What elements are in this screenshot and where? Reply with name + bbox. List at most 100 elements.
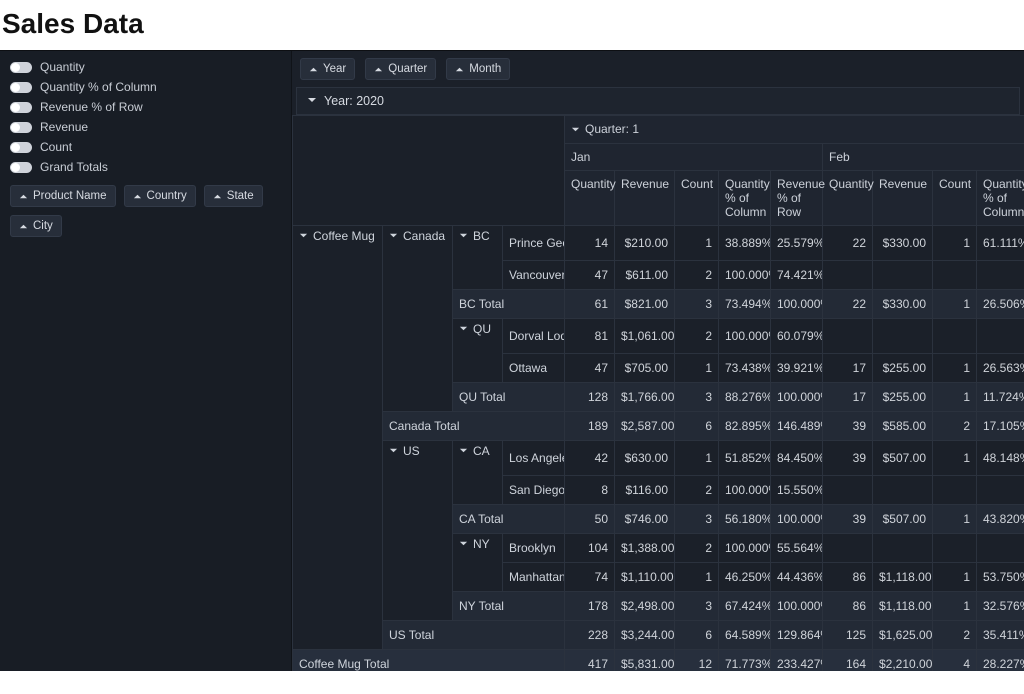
data-cell: 12 (675, 649, 719, 671)
col-field-month[interactable]: Month (446, 58, 510, 80)
data-cell: $1,118.00 (873, 562, 933, 591)
country-cell[interactable]: Canada (383, 225, 453, 411)
measure-toggle-5[interactable]: Grand Totals (10, 159, 281, 175)
toggle-switch-icon[interactable] (10, 62, 32, 73)
data-cell: 6 (675, 411, 719, 440)
data-cell: $1,625.00 (873, 620, 933, 649)
data-cell: $1,766.00 (615, 382, 675, 411)
data-cell: 44.436% (771, 562, 823, 591)
row-field-country[interactable]: Country (124, 185, 196, 207)
state-total-label: CA Total (453, 504, 565, 533)
data-cell: 3 (675, 289, 719, 318)
data-cell: 189 (565, 411, 615, 440)
data-cell: 100.000% (719, 318, 771, 353)
data-cell: 28.227% (977, 649, 1024, 671)
data-cell: $1,061.00 (615, 318, 675, 353)
data-cell: 86 (823, 562, 873, 591)
data-cell: 233.427% (771, 649, 823, 671)
data-cell: 100.000% (719, 533, 771, 562)
data-cell: 1 (933, 591, 977, 620)
data-cell: 39.921% (771, 353, 823, 382)
data-cell (933, 533, 977, 562)
data-cell: 17 (823, 353, 873, 382)
data-cell: 71.773% (719, 649, 771, 671)
data-cell: 164 (823, 649, 873, 671)
pivot-table: Quarter: 1 Quarter: 1 Total Jan Feb Quan… (292, 115, 1024, 671)
data-cell: 61 (565, 289, 615, 318)
col-field-year[interactable]: Year (300, 58, 355, 80)
data-cell: $585.00 (873, 411, 933, 440)
measure-toggle-1[interactable]: Quantity % of Column (10, 79, 281, 95)
data-cell: 42 (565, 440, 615, 475)
grid-row: US Total228$3,244.00664.589%129.864%125$… (293, 620, 1024, 649)
measures-panel: Quantity Quantity % of Column Revenue % … (0, 51, 292, 671)
data-cell: 61.111% (977, 225, 1024, 260)
row-field-product-name[interactable]: Product Name (10, 185, 116, 207)
year-group-label: Year: 2020 (324, 94, 384, 108)
measure-toggle-4[interactable]: Count (10, 139, 281, 155)
year-group-header[interactable]: Year: 2020 (296, 87, 1020, 115)
data-cell: 73.494% (719, 289, 771, 318)
pivot-app: Quantity Quantity % of Column Revenue % … (0, 50, 1024, 671)
toggle-switch-icon[interactable] (10, 142, 32, 153)
row-field-city[interactable]: City (10, 215, 62, 237)
data-cell: 100.000% (771, 504, 823, 533)
toggle-label: Revenue (40, 120, 88, 134)
measure-header: Count (933, 171, 976, 197)
data-cell: 129.864% (771, 620, 823, 649)
data-cell: 38.889% (719, 225, 771, 260)
data-cell: 125 (823, 620, 873, 649)
data-cell (977, 475, 1024, 504)
data-cell: 39 (823, 411, 873, 440)
data-cell (823, 260, 873, 289)
data-cell: $116.00 (615, 475, 675, 504)
measure-header: Quantity % of Column (719, 171, 770, 225)
page-title: Sales Data (0, 0, 1024, 50)
data-cell: 81 (565, 318, 615, 353)
toggle-switch-icon[interactable] (10, 162, 32, 173)
data-cell: $2,210.00 (873, 649, 933, 671)
data-cell: 35.411% (977, 620, 1024, 649)
city-cell: Los Angeles (503, 440, 565, 475)
col-field-quarter[interactable]: Quarter (365, 58, 436, 80)
toggle-label: Quantity (40, 60, 85, 74)
data-cell: 48.148% (977, 440, 1024, 475)
toggle-switch-icon[interactable] (10, 122, 32, 133)
toggle-switch-icon[interactable] (10, 102, 32, 113)
data-cell: 84.450% (771, 440, 823, 475)
measure-header: Revenue (615, 171, 674, 197)
state-cell[interactable]: QU (453, 318, 503, 382)
state-cell[interactable]: BC (453, 225, 503, 289)
data-cell: 14 (565, 225, 615, 260)
quarter-expander[interactable]: Quarter: 1 (571, 122, 639, 136)
data-cell: $255.00 (873, 353, 933, 382)
data-cell: 3 (675, 504, 719, 533)
data-cell (873, 475, 933, 504)
data-cell: 39 (823, 440, 873, 475)
data-cell: 55.564% (771, 533, 823, 562)
data-cell: 1 (933, 289, 977, 318)
product-cell[interactable]: Coffee Mug (293, 225, 383, 649)
data-cell (933, 260, 977, 289)
data-cell: $1,118.00 (873, 591, 933, 620)
data-cell: $330.00 (873, 289, 933, 318)
measure-toggle-2[interactable]: Revenue % of Row (10, 99, 281, 115)
city-cell: Ottawa (503, 353, 565, 382)
data-cell: 2 (933, 620, 977, 649)
state-cell[interactable]: CA (453, 440, 503, 504)
grid-row: USCALos Angeles42$630.00151.852%84.450%3… (293, 440, 1024, 475)
measure-toggle-3[interactable]: Revenue (10, 119, 281, 135)
row-field-state[interactable]: State (204, 185, 263, 207)
data-cell: 22 (823, 289, 873, 318)
country-cell[interactable]: US (383, 440, 453, 620)
data-cell: 47 (565, 260, 615, 289)
data-cell: 11.724% (977, 382, 1024, 411)
state-total-label: QU Total (453, 382, 565, 411)
measure-toggle-0[interactable]: Quantity (10, 59, 281, 75)
data-cell: 100.000% (771, 289, 823, 318)
measure-header: Quantity (565, 171, 614, 197)
state-cell[interactable]: NY (453, 533, 503, 591)
data-cell: 15.550% (771, 475, 823, 504)
toggle-switch-icon[interactable] (10, 82, 32, 93)
data-cell: 1 (675, 440, 719, 475)
